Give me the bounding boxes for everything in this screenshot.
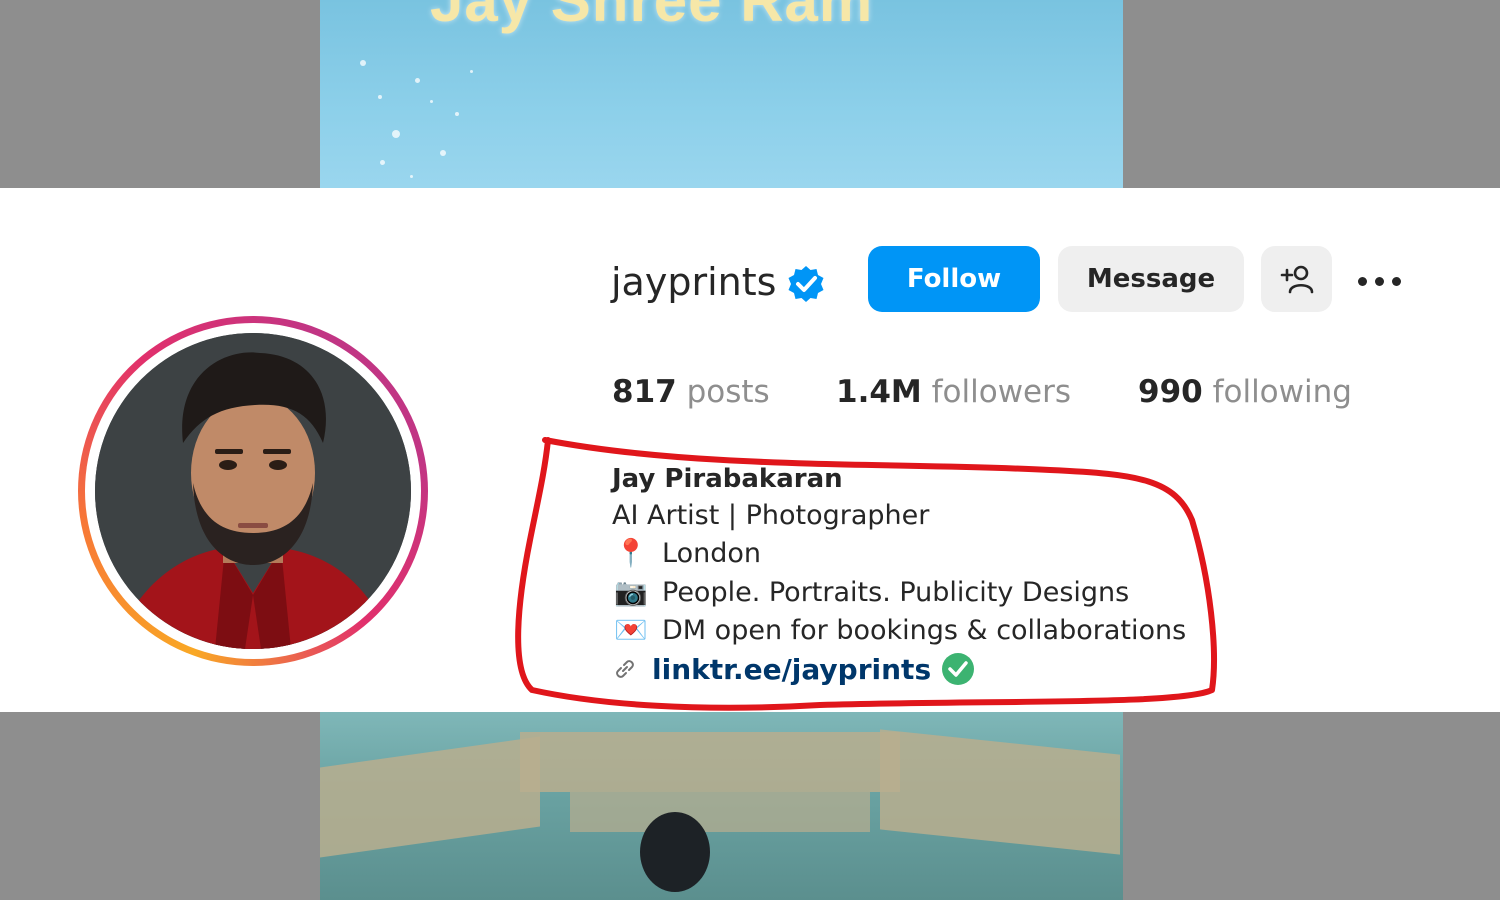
bio-description: 📷 People. Portraits. Publicity Designs bbox=[612, 576, 1129, 608]
bio-full-name: Jay Pirabakaran bbox=[612, 464, 843, 494]
followers-stat[interactable]: 1.4M followers bbox=[836, 374, 1071, 410]
posts-count: 817 bbox=[612, 374, 677, 410]
diver-silhouette bbox=[640, 812, 710, 892]
bio-description-text: People. Portraits. Publicity Designs bbox=[662, 577, 1130, 608]
message-button[interactable]: Message bbox=[1058, 246, 1244, 312]
love-letter-icon: 💌 bbox=[614, 615, 648, 646]
bio-link-row[interactable]: linktr.ee/jayprints bbox=[612, 652, 975, 686]
link-icon bbox=[616, 660, 634, 678]
story-ring[interactable] bbox=[78, 316, 428, 666]
following-count: 990 bbox=[1138, 374, 1203, 410]
background-video-bottom bbox=[320, 712, 1123, 900]
bio-external-link[interactable]: linktr.ee/jayprints bbox=[652, 653, 931, 686]
bio-location-text: London bbox=[662, 538, 761, 569]
more-options-icon[interactable] bbox=[1358, 266, 1410, 296]
following-label: following bbox=[1212, 374, 1352, 410]
suggest-user-button[interactable] bbox=[1261, 246, 1332, 312]
video-caption: Jay Shree Ram bbox=[430, 0, 874, 34]
posts-stat[interactable]: 817 posts bbox=[612, 374, 770, 410]
bio-tagline: AI Artist | Photographer bbox=[612, 500, 930, 531]
follow-button[interactable]: Follow bbox=[868, 246, 1040, 312]
following-stat[interactable]: 990 following bbox=[1138, 374, 1352, 410]
bio-contact-text: DM open for bookings & collaborations bbox=[662, 615, 1187, 646]
verified-badge-icon bbox=[788, 266, 824, 302]
add-user-icon bbox=[1280, 265, 1313, 294]
bio-contact: 💌 DM open for bookings & collaborations bbox=[612, 614, 1186, 646]
camera-icon: 📷 bbox=[614, 577, 648, 608]
pushpin-icon: 📍 bbox=[614, 538, 648, 569]
posts-label: posts bbox=[686, 374, 770, 410]
background-video-top: Jay Shree Ram bbox=[320, 0, 1123, 188]
avatar bbox=[95, 333, 411, 649]
profile-header: jayprints Follow Message 817 posts 1.4M … bbox=[0, 188, 1500, 712]
followers-count: 1.4M bbox=[836, 374, 922, 410]
bio-location: 📍 London bbox=[612, 537, 761, 569]
check-circle-icon bbox=[942, 653, 975, 685]
followers-label: followers bbox=[931, 374, 1072, 410]
profile-username: jayprints bbox=[611, 260, 777, 304]
